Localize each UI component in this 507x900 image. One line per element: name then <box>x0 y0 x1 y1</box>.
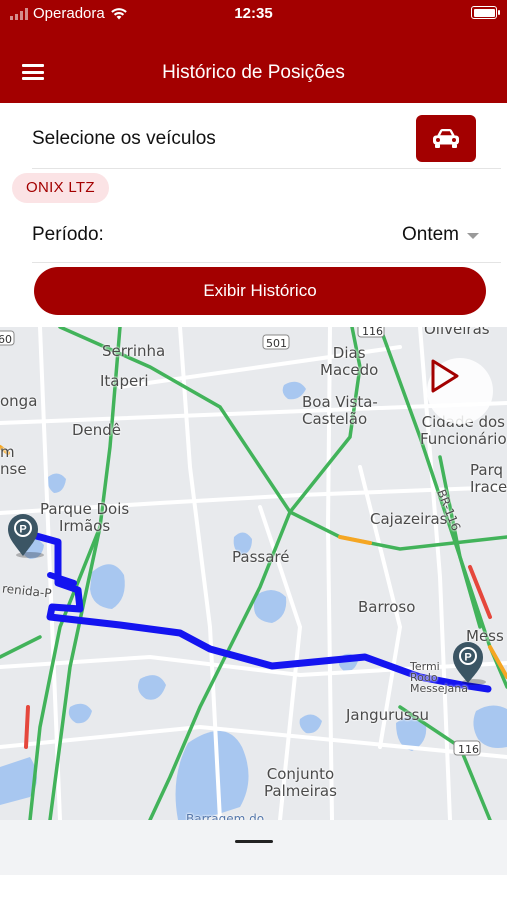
parking-pin-icon: P <box>19 524 26 536</box>
map-label-jangurussu: Jangurussu <box>346 706 429 724</box>
play-icon <box>431 359 459 393</box>
chevron-down-icon <box>467 233 479 239</box>
status-time: 12:35 <box>234 5 273 22</box>
map-label-boa-vista: Boa Vista- Castelão <box>302 393 378 428</box>
map-label-parque-dois-irmaos: Parque Dois Irmãos <box>40 500 130 535</box>
divider <box>32 262 501 263</box>
map-label-parque-iracema: Parq Irace <box>470 461 507 496</box>
road-shield-116: 116 <box>458 743 479 756</box>
status-bar: Operadora 12:35 <box>0 0 507 28</box>
map-label-conjunto-palmeiras: Conjunto Palmeiras <box>264 765 337 800</box>
map-label-oliveiras: Oliveiras <box>424 327 490 338</box>
sheet-drag-handle[interactable] <box>235 840 273 843</box>
map-label-m-nse: m nse <box>0 443 27 478</box>
page-title: Histórico de Posições <box>162 62 345 83</box>
period-label: Período: <box>32 224 104 245</box>
road-shield-60: 60 <box>0 333 12 346</box>
map-view[interactable]: 501 116 116 60 Oliveiras Serrinha Dias M… <box>0 327 507 820</box>
map-label-dias-macedo: Dias Macedo <box>320 344 379 379</box>
road-shield-501: 501 <box>266 337 287 350</box>
select-vehicle-button[interactable] <box>416 115 476 162</box>
map-label-dende: Dendê <box>72 421 122 439</box>
map-label-cajazeiras: Cajazeiras <box>370 510 448 528</box>
period-value: Ontem <box>401 224 459 245</box>
map-label-serrinha: Serrinha <box>102 342 166 360</box>
road-shield-116: 116 <box>362 327 383 338</box>
map-label-onga: onga <box>0 392 38 410</box>
show-history-button[interactable]: Exibir Histórico <box>34 267 486 315</box>
map-label-passare: Passaré <box>232 548 290 566</box>
start-marker[interactable]: P <box>4 512 46 560</box>
bottom-sheet[interactable] <box>0 820 507 875</box>
divider <box>32 168 501 169</box>
play-route-button[interactable] <box>427 358 493 424</box>
vehicle-chip[interactable]: ONIX LTZ <box>12 173 109 203</box>
parking-pin-icon: P <box>464 652 471 664</box>
map-label-itaperi: Itaperi <box>100 372 149 390</box>
app-header: Operadora 12:35 Histórico de Posições <box>0 0 507 103</box>
end-marker[interactable]: P <box>450 641 490 687</box>
map-label-barroso: Barroso <box>358 598 416 616</box>
period-select[interactable]: Ontem <box>402 224 479 246</box>
map-label-barragem: Barragem do <box>186 812 265 820</box>
vehicles-label: Selecione os veículos <box>32 128 216 149</box>
home-indicator-area <box>0 875 507 900</box>
battery-icon <box>471 6 500 19</box>
car-icon <box>433 128 459 148</box>
